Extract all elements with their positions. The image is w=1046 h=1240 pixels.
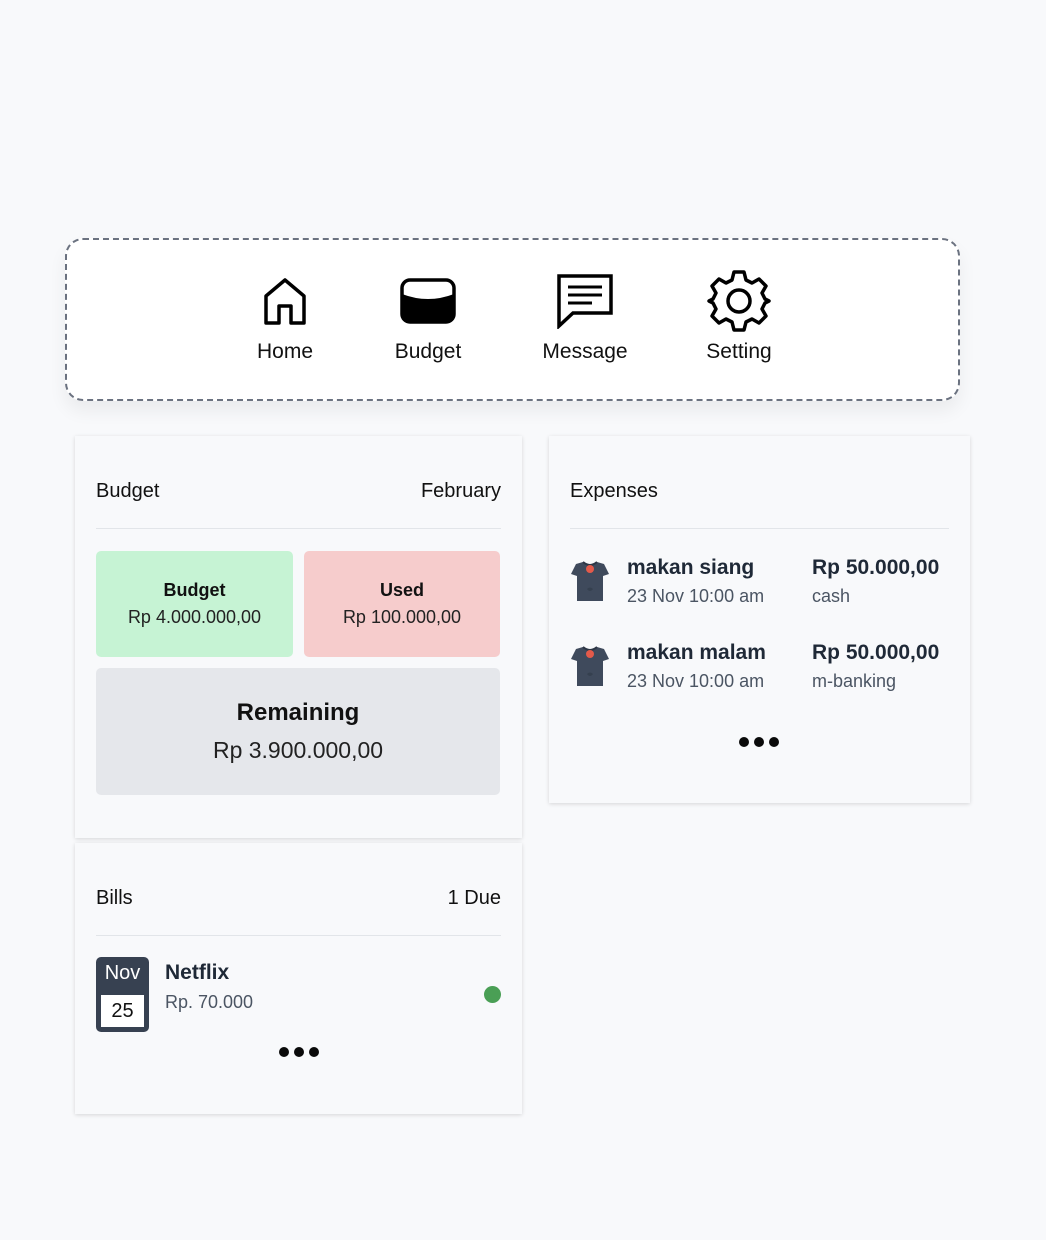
shirt-icon [571,561,609,601]
dot-icon [739,737,749,747]
budget-remaining-box: Remaining Rp 3.900.000,00 [96,668,500,795]
expense-item[interactable]: makan siang 23 Nov 10:00 am Rp 50.000,00… [570,556,949,616]
bills-card: Bills 1 Due Nov 25 Netflix Rp. 70.000 [75,843,522,1114]
nav-label-message: Message [542,340,628,363]
message-icon [557,274,613,329]
expense-amount: Rp 50.000,00 [812,641,940,664]
expenses-card-header: Expenses [570,480,949,503]
bill-name[interactable]: Netflix [165,961,229,985]
bill-day: 25 [101,995,144,1027]
dot-icon [754,737,764,747]
expenses-card: Expenses makan siang 23 Nov 10:00 am Rp … [549,436,970,803]
budget-total-label: Budget [163,580,226,600]
shirt-icon [571,646,609,686]
expense-time: 23 Nov 10:00 am [627,671,765,691]
expense-amount: Rp 50.000,00 [812,556,940,579]
expense-method: m-banking [812,671,897,691]
budget-used-value: Rp 100.000,00 [342,607,462,627]
more-bills-button[interactable] [279,1047,319,1057]
budget-card-title: Budget [96,480,160,502]
divider [96,528,501,529]
nav-item-message[interactable]: Message [540,270,630,364]
budget-remaining-value: Rp 3.900.000,00 [212,737,384,763]
bills-card-header: Bills 1 Due [96,887,501,910]
divider [96,935,501,936]
budget-total-box: Budget Rp 4.000.000,00 [96,551,293,657]
calendar-date-icon: Nov 25 [96,957,149,1032]
bills-due-count: 1 Due [447,887,501,909]
budget-card: Budget February Budget Rp 4.000.000,00 U… [75,436,522,838]
expense-title: makan siang [627,556,755,579]
status-indicator [484,986,501,1003]
budget-remaining-label: Remaining [236,699,360,726]
nav-item-budget[interactable]: Budget [392,270,464,364]
divider [570,528,949,529]
bills-card-title: Bills [96,887,133,909]
expense-method: cash [812,586,851,606]
dot-icon [309,1047,319,1057]
nav-label-budget: Budget [394,340,462,363]
more-expenses-button[interactable] [739,737,779,747]
expense-item[interactable]: makan malam 23 Nov 10:00 am Rp 50.000,00… [570,641,949,701]
wallet-icon [400,278,456,324]
budget-used-box: Used Rp 100.000,00 [304,551,500,657]
home-icon [264,278,306,325]
dot-icon [769,737,779,747]
dot-icon [279,1047,289,1057]
nav-label-home: Home [256,340,314,363]
expenses-card-title: Expenses [570,480,658,502]
bill-amount: Rp. 70.000 [165,992,254,1012]
dot-icon [294,1047,304,1057]
budget-total-value: Rp 4.000.000,00 [127,607,262,627]
expense-time: 23 Nov 10:00 am [627,586,765,606]
expense-title: makan malam [627,641,766,664]
nav-item-home[interactable]: Home [255,270,315,364]
bottom-navigation: Home Budget Message Setting [65,238,960,401]
gear-icon [707,270,771,332]
bill-month: Nov [104,962,141,984]
nav-item-setting[interactable]: Setting [703,270,775,364]
budget-card-header: Budget February [96,480,501,503]
budget-used-label: Used [379,580,424,600]
nav-label-setting: Setting [706,340,772,363]
budget-month[interactable]: February [421,480,501,503]
